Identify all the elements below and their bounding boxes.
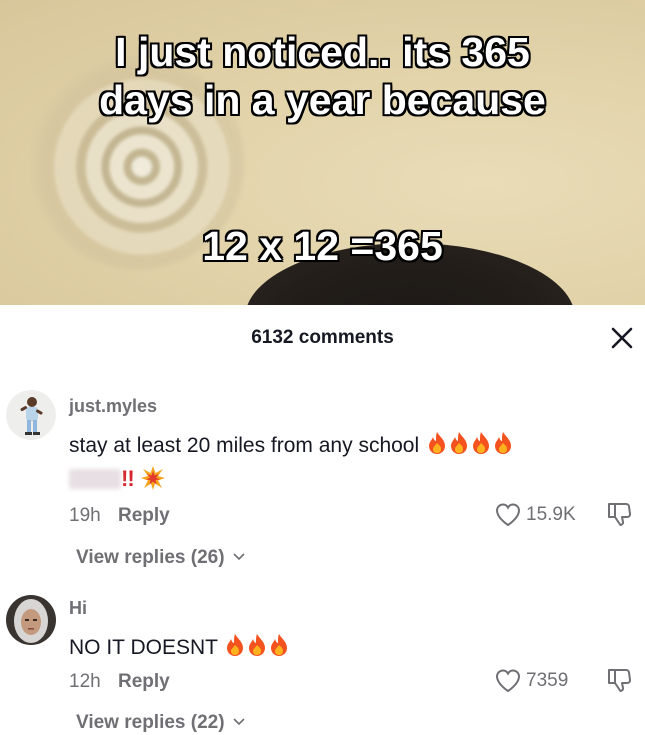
comment-username[interactable]: just.myles [69,396,157,417]
video-caption-line-2: days in a year because [99,77,546,123]
avatar[interactable] [6,390,56,440]
video-caption-line-1: I just noticed.. its 365 [115,29,530,75]
fire-emoji-group [419,432,513,457]
comment-timestamp: 19h [69,505,101,526]
fire-icon [495,432,511,454]
comment-text: NO IT DOESNT [69,633,289,660]
comment-body: stay at least 20 miles from any school [69,434,420,457]
fire-icon [227,634,244,656]
comment-username[interactable]: Hi [69,598,87,619]
heart-icon [495,669,521,693]
comment-body: NO IT DOESNT [69,636,218,659]
dislike-icon[interactable] [606,501,632,527]
fire-emoji-group [218,634,290,659]
video-player[interactable]: I just noticed.. its 365 days in a year … [0,0,645,305]
chevron-down-icon [233,553,245,561]
comment-item: Hi NO IT DOESNT 12h Reply 7359 View repl… [0,571,645,735]
like-count: 15.9K [526,504,576,525]
comment-count: 6132 comments [251,327,394,348]
reply-button[interactable]: Reply [118,671,170,693]
avatar[interactable] [6,595,56,645]
comment-item: just.myles stay at least 20 miles from a… [0,371,645,571]
video-caption-line-3: 12 x 12 =365 [202,223,443,269]
exclamation-marks: !! [121,466,135,491]
comment-text: stay at least 20 miles from any school [69,431,513,458]
redacted-mention [69,469,121,489]
dislike-icon[interactable] [606,667,632,693]
fire-icon [473,432,489,454]
fire-icon [429,432,445,454]
comment-timestamp: 12h [69,671,101,692]
like-count: 7359 [526,670,569,691]
collision-icon [140,466,165,490]
like-button[interactable]: 15.9K [494,501,594,531]
view-replies-button[interactable]: View replies (22) [76,712,246,734]
comment-text-line-2: !! [69,465,166,492]
comments-header: 6132 comments [0,305,645,371]
heart-icon [495,503,521,527]
view-replies-label: View replies (22) [76,712,225,733]
fire-icon [249,634,266,656]
fire-icon [451,432,467,454]
like-button[interactable]: 7359 [494,667,594,697]
view-replies-button[interactable]: View replies (26) [76,547,246,569]
chevron-down-icon [233,718,245,726]
reply-button[interactable]: Reply [118,505,170,527]
view-replies-label: View replies (26) [76,547,225,568]
close-icon[interactable] [608,324,636,352]
fire-icon [271,634,288,656]
